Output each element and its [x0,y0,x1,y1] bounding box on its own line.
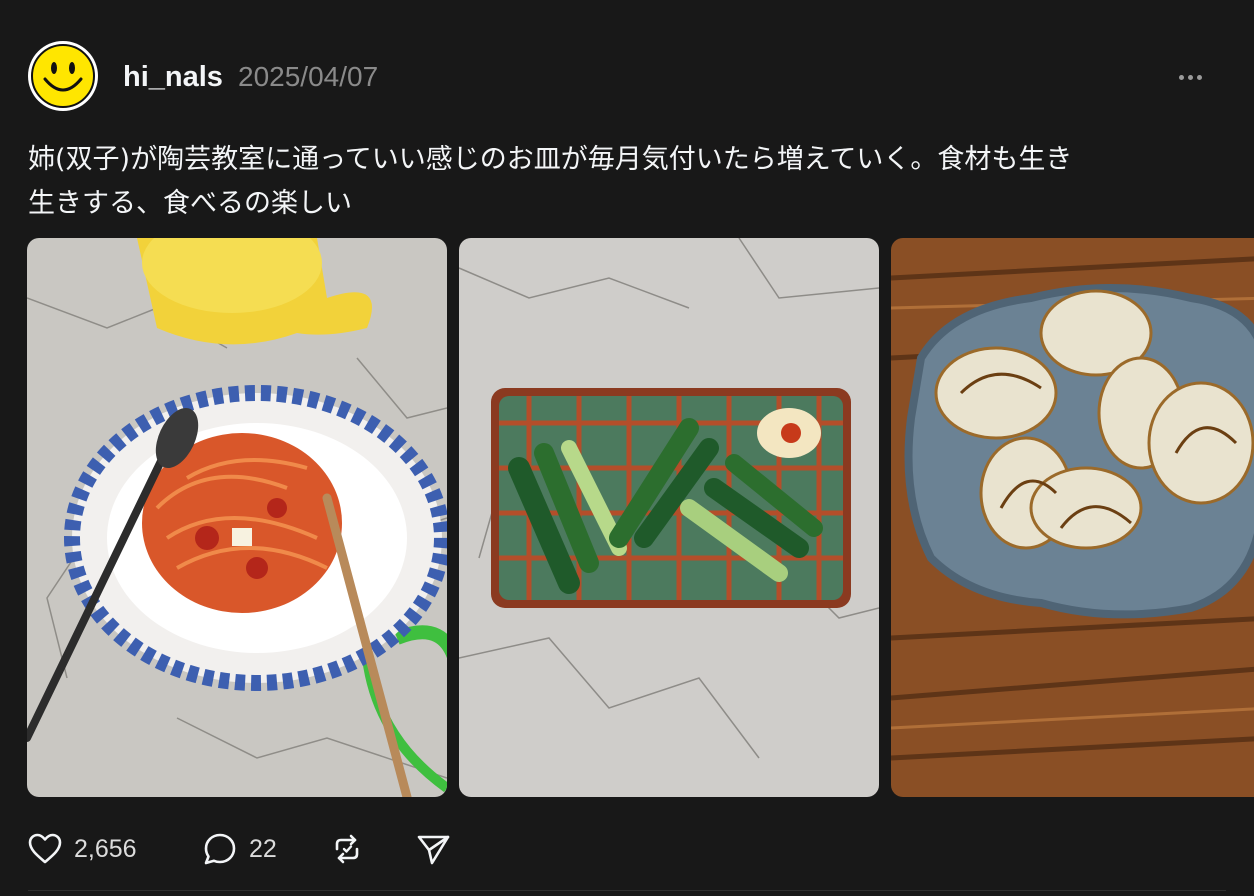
cucumber-plate-photo[interactable] [459,238,879,797]
cucumber-plate-image [459,238,879,797]
username[interactable]: hi_nals [123,58,223,96]
like-count: 2,656 [74,834,137,863]
heart-icon [28,833,62,864]
post-actions: 2,656 22 [0,826,600,872]
more-dot-icon [1196,74,1202,80]
repost-button[interactable] [328,826,366,872]
like-button[interactable]: 2,656 [26,826,137,872]
spaghetti-bowl-photo[interactable] [27,238,447,797]
repost-icon [335,834,359,864]
avatar[interactable] [28,41,98,111]
more-options-button[interactable] [1170,66,1210,88]
reply-button[interactable]: 22 [201,826,277,872]
post-date[interactable]: 2025/04/07 [238,58,378,96]
reply-count: 22 [249,834,277,863]
more-dot-icon [1178,74,1184,80]
roasted-onion-plate-image [891,238,1254,797]
spaghetti-bowl-image [27,238,447,797]
speech-bubble-icon [204,833,236,865]
share-button[interactable] [414,826,452,872]
paper-plane-icon [417,835,450,865]
post: hi_nals 2025/04/07 姉(双子)が陶芸教室に通っていい感じのお皿… [0,0,1254,896]
roasted-onion-plate-photo[interactable] [891,238,1254,797]
post-divider [28,890,1226,891]
smiley-face-icon [31,44,95,108]
more-dot-icon [1187,74,1193,80]
post-caption: 姉(双子)が陶芸教室に通っていい感じのお皿が毎月気付いたら増えていく。食材も生き… [28,144,1073,219]
